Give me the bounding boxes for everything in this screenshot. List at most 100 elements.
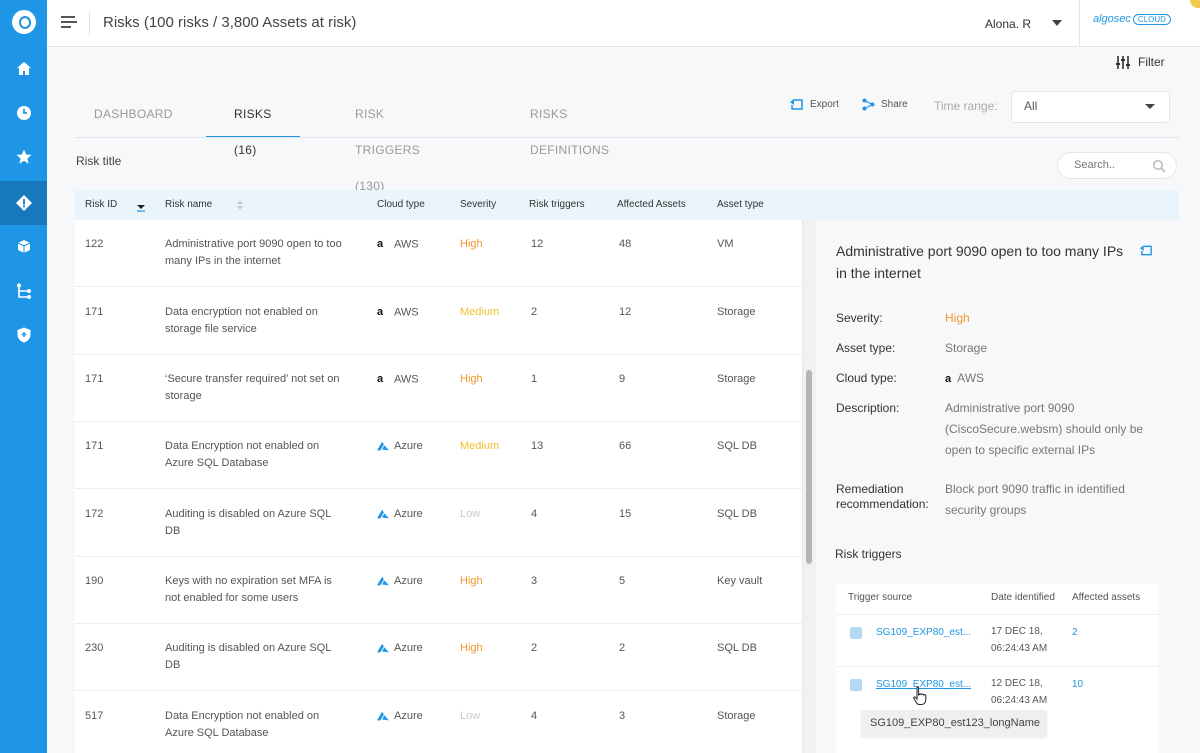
severity-cell: High bbox=[460, 373, 483, 385]
filter-icon bbox=[1116, 55, 1130, 69]
row-checkbox[interactable] bbox=[850, 679, 862, 691]
col-date-identified[interactable]: Date identified bbox=[991, 592, 1055, 603]
menu-icon[interactable] bbox=[61, 16, 77, 30]
cloud-type-label: Cloud type: bbox=[836, 371, 897, 385]
severity-cell: Medium bbox=[460, 306, 500, 318]
aws-icon: a bbox=[945, 373, 952, 385]
export-button[interactable]: Export bbox=[789, 98, 839, 111]
aws-icon: a bbox=[377, 238, 384, 250]
table-row[interactable]: 172 Auditing is disabled on Azure SQL DB A… bbox=[75, 490, 802, 557]
risk-name[interactable]: Administrative port 9090 open to too man… bbox=[165, 236, 345, 270]
risk-name[interactable]: Data encryption not enabled on storage f… bbox=[165, 304, 345, 338]
trigger-date-line: 12 DEC 18, bbox=[991, 678, 1043, 689]
col-risk-name[interactable]: Risk name bbox=[165, 199, 212, 210]
hand-cursor-icon bbox=[913, 686, 927, 705]
tab-dashboard[interactable]: DASHBOARD bbox=[94, 96, 173, 138]
risk-name[interactable]: Keys with no expiration set MFA is not e… bbox=[165, 573, 345, 607]
risk-id: 171 bbox=[85, 440, 104, 452]
cube-icon[interactable] bbox=[0, 225, 47, 269]
cloud-type-value: a AWS bbox=[945, 368, 1165, 390]
cloud-type-text: Azure bbox=[394, 440, 423, 452]
table-row[interactable]: 230 Auditing is disabled on Azure SQL DB A… bbox=[75, 624, 802, 691]
risk-name[interactable]: Data Encryption not enabled on Azure SQL… bbox=[165, 708, 345, 742]
search-input[interactable] bbox=[1074, 159, 1154, 171]
divider bbox=[89, 12, 90, 35]
aws-icon: a bbox=[377, 373, 384, 385]
trigger-date-line: 17 DEC 18, bbox=[991, 626, 1043, 637]
shield-icon[interactable] bbox=[0, 313, 47, 357]
cloud-type-text: Azure bbox=[394, 575, 423, 587]
chevron-down-icon[interactable] bbox=[1052, 20, 1062, 26]
filter-button[interactable]: Filter bbox=[1116, 55, 1165, 69]
col-affected-assets[interactable]: Affected Assets bbox=[617, 199, 686, 210]
aws-icon: a bbox=[377, 306, 384, 318]
trigger-affected-assets[interactable]: 2 bbox=[1072, 627, 1078, 638]
trigger-row[interactable]: SG109_EXP80_est... 17 DEC 18, 06:24:43 AM… bbox=[836, 614, 1158, 666]
cloud-type-text: AWS bbox=[394, 306, 419, 319]
table-row[interactable]: 517 Data Encryption not enabled on Azure … bbox=[75, 692, 802, 753]
col-affected-assets[interactable]: Affected assets bbox=[1072, 592, 1140, 603]
asset-type-value: Storage bbox=[945, 341, 988, 355]
risk-triggers-cell: 2 bbox=[531, 306, 538, 318]
asset-type-cell: SQL DB bbox=[717, 642, 757, 654]
trigger-source-link[interactable]: SG109_EXP80_est... bbox=[876, 627, 971, 638]
trigger-affected-assets[interactable]: 10 bbox=[1072, 679, 1083, 690]
azure-icon bbox=[377, 643, 389, 652]
cloud-type-text: Azure bbox=[394, 508, 423, 520]
azure-icon bbox=[377, 576, 389, 585]
app-logo-icon[interactable] bbox=[12, 10, 36, 34]
table-row[interactable]: 171 Data encryption not enabled on storag… bbox=[75, 288, 802, 355]
cloud-type-text: AWS bbox=[394, 238, 419, 251]
risk-name[interactable]: ‘Secure transfer required’ not set on st… bbox=[165, 371, 345, 405]
flow-icon[interactable] bbox=[0, 269, 47, 313]
table-row[interactable]: 171 Data Encryption not enabled on Azure … bbox=[75, 422, 802, 489]
risk-name[interactable]: Data Encryption not enabled on Azure SQL… bbox=[165, 438, 345, 472]
risk-id: 230 bbox=[85, 642, 104, 654]
tab-risk-triggers[interactable]: RISK TRIGGERS (130) bbox=[355, 96, 420, 193]
search-box[interactable] bbox=[1057, 152, 1177, 179]
export-icon[interactable] bbox=[1139, 244, 1153, 257]
asset-type-cell: Storage bbox=[717, 373, 756, 385]
divider bbox=[1079, 0, 1080, 47]
risk-name[interactable]: Auditing is disabled on Azure SQL DB bbox=[165, 506, 345, 540]
table-row[interactable]: 122 Administrative port 9090 open to too … bbox=[75, 220, 802, 287]
risk-name[interactable]: Auditing is disabled on Azure SQL DB bbox=[165, 640, 345, 674]
sort-desc-icon[interactable] bbox=[136, 202, 146, 212]
time-range-select[interactable]: All bbox=[1011, 91, 1170, 123]
cloud-type-cell: Azure bbox=[377, 573, 423, 590]
trigger-date: 12 DEC 18, 06:24:43 AM bbox=[991, 675, 1047, 709]
affected-assets-cell: 2 bbox=[619, 642, 626, 654]
cloud-type-cell: a AWS bbox=[377, 371, 419, 388]
share-button[interactable]: Share bbox=[862, 98, 908, 111]
severity-label: Severity: bbox=[836, 311, 883, 325]
col-asset-type[interactable]: Asset type bbox=[717, 199, 764, 210]
search-icon[interactable] bbox=[1152, 159, 1166, 173]
severity-cell: Medium bbox=[460, 440, 500, 452]
sort-icon[interactable] bbox=[236, 199, 244, 211]
clock-icon[interactable] bbox=[0, 91, 47, 135]
col-severity[interactable]: Severity bbox=[460, 199, 496, 210]
tab-risks[interactable]: RISKS (16) bbox=[206, 96, 299, 157]
user-name[interactable]: Alona. R bbox=[985, 17, 1031, 31]
col-cloud-type[interactable]: Cloud type bbox=[377, 199, 425, 210]
star-icon[interactable] bbox=[0, 135, 47, 179]
affected-assets-cell: 15 bbox=[619, 508, 632, 520]
page-title: Risks (100 risks / 3,800 Assets at risk) bbox=[103, 14, 357, 31]
risk-id: 517 bbox=[85, 710, 104, 722]
home-icon[interactable] bbox=[0, 47, 47, 91]
table-row[interactable]: 190 Keys with no expiration set MFA is no… bbox=[75, 557, 802, 624]
risk-triggers-cell: 4 bbox=[531, 710, 538, 722]
risk-id: 171 bbox=[85, 373, 104, 385]
row-checkbox[interactable] bbox=[850, 627, 862, 639]
tab-risks-definitions[interactable]: RISKS DEFINITIONS bbox=[530, 96, 609, 157]
scrollbar-thumb[interactable] bbox=[806, 370, 812, 564]
scrollbar[interactable] bbox=[802, 220, 816, 753]
col-trigger-source[interactable]: Trigger source bbox=[848, 592, 912, 603]
col-risk-id[interactable]: Risk ID bbox=[85, 199, 117, 210]
table-row[interactable]: 171 ‘Secure transfer required’ not set on… bbox=[75, 355, 802, 422]
risks-icon[interactable] bbox=[0, 181, 47, 225]
cloud-type-cell: Azure bbox=[377, 506, 423, 523]
asset-type-cell: Storage bbox=[717, 710, 756, 722]
col-risk-triggers[interactable]: Risk triggers bbox=[529, 199, 585, 210]
cloud-type-text: Azure bbox=[394, 710, 423, 722]
